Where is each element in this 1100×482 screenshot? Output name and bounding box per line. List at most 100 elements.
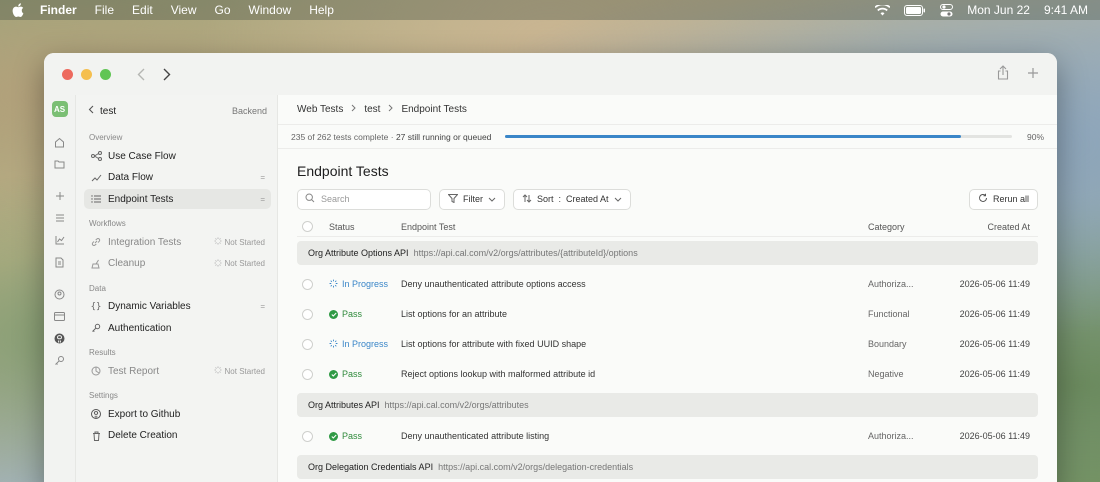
- forward-arrow-icon[interactable]: [159, 66, 175, 82]
- sidebar-item-export-github[interactable]: Export to Github: [84, 404, 271, 424]
- back-arrow-icon[interactable]: [133, 66, 149, 82]
- sort-icon: [522, 193, 532, 205]
- card-icon[interactable]: [54, 310, 66, 322]
- row-checkbox[interactable]: [302, 430, 313, 442]
- sidebar-item-authentication[interactable]: Authentication: [84, 318, 271, 338]
- apple-icon[interactable]: [12, 3, 26, 17]
- table-row[interactable]: Pass List options for an attribute Funct…: [297, 299, 1038, 329]
- avatar[interactable]: AS: [51, 101, 68, 117]
- sidebar-item-label: Dynamic Variables: [108, 301, 191, 312]
- sidebar-item-cleanup[interactable]: Cleanup Not Started: [84, 254, 271, 274]
- sidebar-item-label: Export to Github: [108, 408, 181, 420]
- chevron-left-icon[interactable]: [88, 105, 94, 117]
- project-name[interactable]: test: [100, 106, 116, 117]
- search-box[interactable]: [297, 188, 431, 210]
- menu-time[interactable]: 9:41 AM: [1044, 3, 1088, 17]
- menu-help[interactable]: Help: [309, 3, 334, 17]
- wifi-icon[interactable]: [875, 4, 891, 16]
- sidebar-item-label: Data Flow: [108, 172, 154, 183]
- broom-icon: [90, 259, 102, 269]
- sidebar-item-integration-tests[interactable]: Integration Tests Not Started: [84, 232, 271, 252]
- menu-go[interactable]: Go: [215, 3, 231, 17]
- drag-handle-icon[interactable]: =: [260, 195, 265, 204]
- test-created-at: 2026-05-06 11:49: [959, 431, 1030, 441]
- status-badge: Not Started: [214, 259, 265, 269]
- status-badge: Not Started: [214, 237, 265, 247]
- sidebar-item-label: Delete Creation: [108, 430, 178, 441]
- header-category[interactable]: Category: [868, 222, 950, 232]
- table-row[interactable]: Pass Deny unauthenticated attribute list…: [297, 421, 1038, 451]
- share-icon[interactable]: [997, 65, 1009, 83]
- menu-view[interactable]: View: [171, 3, 197, 17]
- search-input[interactable]: [321, 194, 421, 204]
- add-icon[interactable]: [1027, 67, 1039, 82]
- menu-edit[interactable]: Edit: [132, 3, 153, 17]
- home-icon[interactable]: [54, 136, 66, 148]
- test-name: Reject options lookup with malformed att…: [401, 369, 596, 379]
- group-name: Org Attribute Options API: [308, 248, 409, 258]
- header-status[interactable]: Status: [329, 222, 401, 232]
- row-checkbox[interactable]: [302, 308, 313, 320]
- sidebar-item-data-flow[interactable]: Data Flow =: [84, 168, 271, 188]
- close-window-button[interactable]: [62, 68, 73, 80]
- progress-text: 235 of 262 tests complete · 27 still run…: [291, 132, 491, 142]
- page-title: Endpoint Tests: [297, 163, 389, 179]
- table-row[interactable]: In Progress Deny unauthenticated attribu…: [297, 269, 1038, 299]
- filter-button[interactable]: Filter: [439, 188, 505, 210]
- plus-icon[interactable]: [54, 190, 66, 202]
- header-created-at[interactable]: Created At: [950, 222, 1038, 232]
- status-text: In Progress: [342, 279, 389, 289]
- environment-label[interactable]: Backend: [232, 106, 267, 116]
- menu-date[interactable]: Mon Jun 22: [967, 3, 1030, 17]
- row-checkbox[interactable]: [302, 338, 313, 350]
- status-badge: Pass: [329, 369, 401, 379]
- group-header[interactable]: Org Delegation Credentials API https://a…: [297, 455, 1038, 479]
- select-all-checkbox[interactable]: [302, 221, 313, 232]
- group-header[interactable]: Org Attribute Options API https://api.ca…: [297, 241, 1038, 265]
- menu-file[interactable]: File: [95, 3, 114, 17]
- breadcrumb-item[interactable]: test: [364, 104, 380, 115]
- filter-icon: [447, 193, 459, 205]
- folder-icon[interactable]: [54, 158, 66, 170]
- menu-window[interactable]: Window: [249, 3, 292, 17]
- breadcrumb-item[interactable]: Web Tests: [297, 104, 343, 115]
- test-category: Authoriza...: [868, 279, 914, 289]
- header-endpoint-test[interactable]: Endpoint Test: [401, 222, 868, 232]
- github-icon[interactable]: [54, 332, 66, 344]
- document-icon[interactable]: [54, 256, 66, 268]
- table-row[interactable]: In Progress List options for attribute w…: [297, 329, 1038, 359]
- section-results: Results: [89, 348, 116, 357]
- sidebar-item-use-case-flow[interactable]: Use Case Flow: [84, 146, 271, 166]
- sidebar-item-delete-creation[interactable]: Delete Creation: [84, 426, 271, 446]
- table-row[interactable]: Pass Reject options lookup with malforme…: [297, 359, 1038, 389]
- progress-running-text: 27 still running or queued: [395, 131, 492, 142]
- sidebar-item-endpoint-tests[interactable]: Endpoint Tests =: [84, 189, 271, 209]
- user-circle-icon[interactable]: [54, 288, 66, 300]
- chart-icon[interactable]: [54, 234, 66, 246]
- refresh-icon: [978, 193, 988, 205]
- list-icon: [90, 195, 102, 203]
- drag-handle-icon[interactable]: =: [260, 173, 265, 182]
- minimize-window-button[interactable]: [81, 68, 92, 80]
- battery-icon[interactable]: [904, 4, 926, 16]
- list-icon[interactable]: [54, 212, 66, 224]
- rerun-all-button[interactable]: Rerun all: [968, 188, 1038, 210]
- row-checkbox[interactable]: [302, 368, 313, 380]
- key-icon[interactable]: [54, 354, 66, 366]
- zoom-window-button[interactable]: [100, 68, 111, 80]
- sort-button[interactable]: Sort : Created At: [513, 188, 631, 210]
- group-header[interactable]: Org Attributes API https://api.cal.com/v…: [297, 393, 1038, 417]
- status-badge: In Progress: [329, 279, 401, 290]
- control-center-icon[interactable]: [940, 3, 954, 17]
- sidebar-header: test Backend: [84, 103, 271, 119]
- menu-app-name[interactable]: Finder: [40, 3, 77, 17]
- status-text: Not Started: [224, 237, 265, 247]
- progress-complete-text: 235 of 262 tests complete: [291, 131, 389, 142]
- sidebar-item-dynamic-variables[interactable]: {} Dynamic Variables =: [84, 297, 271, 317]
- drag-handle-icon[interactable]: =: [260, 302, 265, 311]
- sort-label: Sort: [537, 194, 554, 204]
- sidebar-item-test-report[interactable]: Test Report Not Started: [84, 361, 271, 381]
- link-icon: [90, 237, 102, 247]
- breadcrumb-item-current[interactable]: Endpoint Tests: [401, 104, 466, 115]
- row-checkbox[interactable]: [302, 278, 313, 290]
